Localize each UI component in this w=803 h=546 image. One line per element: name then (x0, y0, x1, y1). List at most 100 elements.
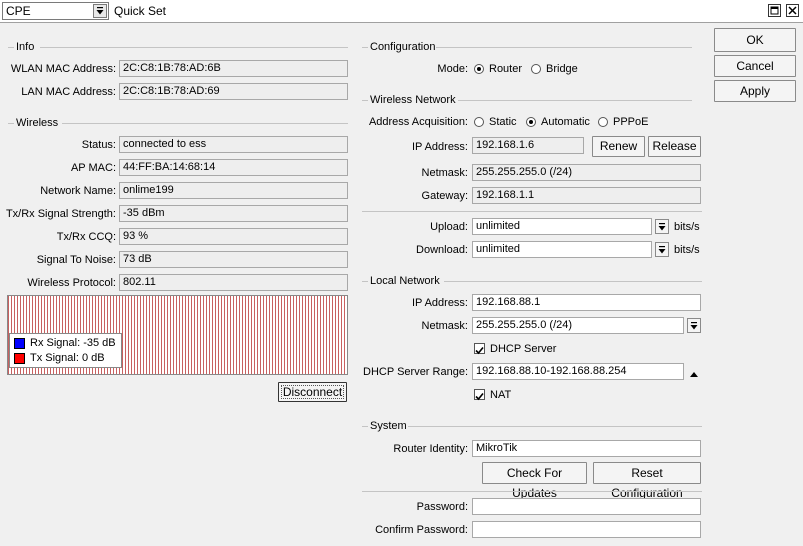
mode-router-label: Router (489, 63, 523, 75)
system-section-title: System (370, 420, 407, 432)
divider (408, 426, 702, 427)
wireless-network-section-title: Wireless Network (370, 94, 456, 106)
lan-ip-label: IP Address: (411, 297, 468, 309)
local-network-section-title: Local Network (370, 275, 440, 287)
ccq-label: Tx/Rx CCQ: (56, 231, 116, 243)
lan-ip-field[interactable]: 192.168.88.1 (472, 294, 701, 311)
acq-static-label: Static (489, 116, 517, 128)
wan-ip-field: 192.168.1.6 (472, 137, 584, 154)
configuration-section-title: Configuration (370, 41, 436, 53)
title-bar: CPE Quick Set (0, 0, 803, 23)
ap-mac-field: 44:FF:BA:14:68:14 (119, 159, 348, 176)
download-field[interactable]: unlimited (472, 241, 652, 258)
dhcp-range-label: DHCP Server Range: (363, 366, 468, 378)
collapse-up-icon[interactable] (689, 367, 699, 381)
protocol-label: Wireless Protocol: (27, 277, 116, 289)
wireless-section-title: Wireless (16, 117, 59, 129)
router-identity-field[interactable]: MikroTik (472, 440, 701, 457)
upload-label: Upload: (430, 221, 468, 233)
nat-label: NAT (490, 389, 512, 401)
wlan-mac-field: 2C:C8:1B:78:AD:6B (119, 60, 348, 77)
mode-label: Mode: (437, 63, 468, 75)
divider (8, 123, 14, 124)
divider (362, 47, 368, 48)
divider (362, 100, 368, 101)
status-field: connected to ess (119, 136, 348, 153)
download-unit: bits/s (674, 244, 700, 256)
apply-button[interactable]: Apply (714, 80, 796, 102)
network-name-label: Network Name: (40, 185, 116, 197)
divider (458, 100, 692, 101)
rx-legend-text: Rx Signal: -35 dB (30, 337, 116, 349)
divider (8, 47, 14, 48)
wan-ip-label: IP Address: (411, 141, 468, 153)
divider (444, 281, 702, 282)
mode-combo-value: CPE (6, 4, 31, 18)
cancel-button[interactable]: Cancel (714, 55, 796, 77)
mode-bridge-radio[interactable] (531, 64, 541, 74)
dhcp-server-checkbox[interactable] (474, 343, 485, 355)
chart-legend: Rx Signal: -35 dB Tx Signal: 0 dB (9, 333, 122, 368)
divider (436, 47, 692, 48)
rx-legend-swatch (14, 338, 25, 349)
upload-field[interactable]: unlimited (472, 218, 652, 235)
renew-button[interactable]: Renew (592, 136, 645, 157)
snr-field: 73 dB (119, 251, 348, 268)
release-button[interactable]: Release (648, 136, 701, 157)
divider (362, 426, 368, 427)
password-label: Password: (416, 501, 468, 513)
info-section-title: Info (16, 41, 35, 53)
status-label: Status: (81, 139, 116, 151)
tx-legend-text: Tx Signal: 0 dB (30, 352, 105, 364)
confirm-password-label: Confirm Password: (375, 524, 468, 536)
divider (362, 491, 702, 492)
check-updates-button[interactable]: Check For Updates (482, 462, 587, 500)
gateway-label: Gateway: (421, 190, 468, 202)
divider (62, 123, 348, 124)
download-label: Download: (416, 244, 468, 256)
ap-mac-label: AP MAC: (70, 162, 116, 174)
confirm-password-field[interactable] (472, 521, 701, 538)
acq-automatic-radio[interactable] (526, 117, 536, 127)
mode-bridge-label: Bridge (546, 63, 578, 75)
tx-legend-swatch (14, 353, 25, 364)
close-icon[interactable] (786, 4, 799, 17)
signal-strength-label: Tx/Rx Signal Strength: (5, 208, 116, 220)
maximize-icon[interactable] (768, 4, 781, 17)
lan-netmask-label: Netmask: (421, 320, 468, 332)
divider (362, 281, 368, 282)
nat-checkbox[interactable] (474, 389, 485, 401)
mode-combo[interactable]: CPE (2, 2, 109, 20)
gateway-field: 192.168.1.1 (472, 187, 701, 204)
reset-configuration-button[interactable]: Reset Configuration (593, 462, 701, 500)
dhcp-server-label: DHCP Server (490, 343, 557, 355)
ok-button[interactable]: OK (714, 28, 796, 52)
signal-strength-field: -35 dBm (119, 205, 348, 222)
upload-unit: bits/s (674, 221, 700, 233)
mode-router-radio[interactable] (474, 64, 484, 74)
wan-netmask-label: Netmask: (421, 167, 468, 179)
acq-automatic-label: Automatic (541, 116, 590, 128)
wlan-mac-label: WLAN MAC Address: (10, 63, 116, 75)
password-field[interactable] (472, 498, 701, 515)
lan-mac-field: 2C:C8:1B:78:AD:69 (119, 83, 348, 100)
ccq-field: 93 % (119, 228, 348, 245)
network-name-field: onlime199 (119, 182, 348, 199)
lan-mac-label: LAN MAC Address: (21, 86, 116, 98)
acq-pppoe-radio[interactable] (598, 117, 608, 127)
divider (362, 211, 702, 212)
acq-pppoe-label: PPPoE (613, 116, 649, 128)
router-identity-label: Router Identity: (393, 443, 468, 455)
acq-static-radio[interactable] (474, 117, 484, 127)
disconnect-button[interactable]: Disconnect (278, 382, 347, 402)
divider (40, 47, 348, 48)
lan-netmask-field[interactable]: 255.255.255.0 (/24) (472, 317, 684, 334)
window-title: Quick Set (114, 4, 167, 18)
upload-dropdown-icon[interactable] (655, 219, 669, 234)
dhcp-range-field[interactable]: 192.168.88.10-192.168.88.254 (472, 363, 684, 380)
address-acquisition-label: Address Acquisition: (368, 116, 468, 128)
lan-netmask-dropdown-icon[interactable] (687, 318, 701, 333)
download-dropdown-icon[interactable] (655, 242, 669, 257)
dropdown-arrow-icon[interactable] (93, 4, 107, 18)
wan-netmask-field: 255.255.255.0 (/24) (472, 164, 701, 181)
